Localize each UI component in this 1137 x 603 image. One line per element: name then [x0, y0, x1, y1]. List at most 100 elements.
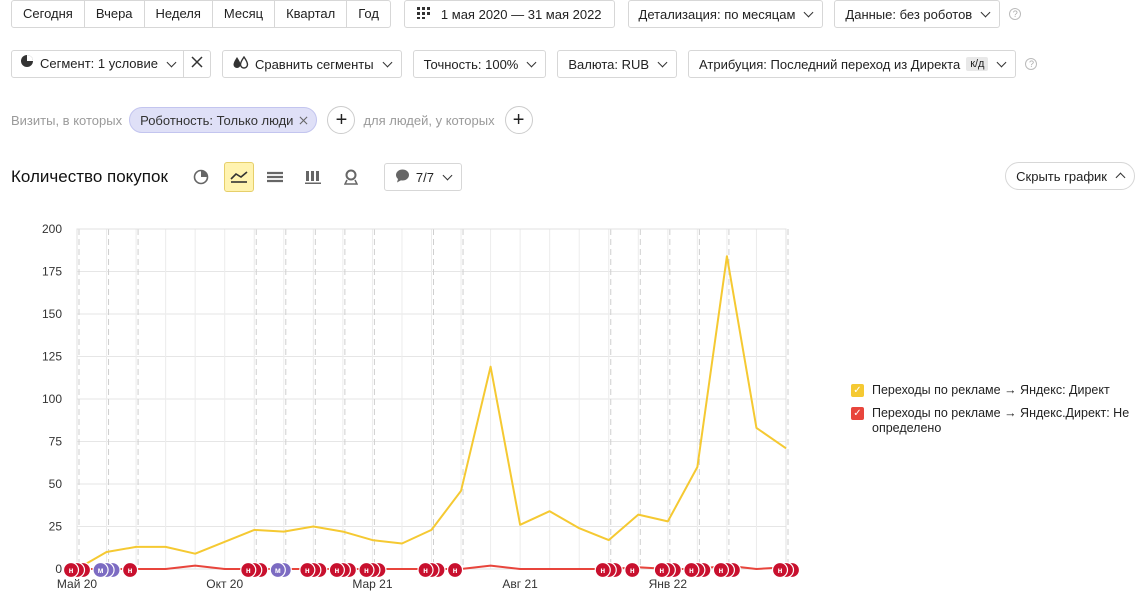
event-marker — [68, 561, 86, 579]
event-marker — [370, 561, 387, 579]
add-user-condition-button[interactable]: + — [504, 106, 533, 134]
series-toggle-label: 7/7 — [415, 169, 434, 185]
event-marker — [311, 561, 328, 579]
event-marker — [340, 561, 357, 579]
chevron-down-icon — [657, 57, 668, 67]
checkbox-icon[interactable]: ✓ — [851, 384, 864, 397]
map-pin-icon[interactable] — [336, 162, 366, 192]
date-range-label: 1 мая 2020 — 31 мая 2022 — [440, 6, 602, 22]
chevron-down-icon — [442, 170, 453, 180]
event-marker — [429, 561, 446, 579]
calendar-icon — [416, 6, 431, 22]
event-marker-label: н — [305, 566, 310, 575]
filter-chip-label: Роботность: Только люди — [140, 112, 294, 128]
accuracy-select[interactable]: Точность: 100% — [412, 50, 547, 78]
chevron-down-icon — [382, 57, 393, 67]
plot-area — [76, 228, 787, 570]
event-marker — [98, 561, 115, 579]
y-tick-label: 200 — [42, 222, 62, 236]
event-marker — [695, 561, 712, 579]
event-marker — [446, 561, 464, 579]
stacked-area-icon[interactable] — [260, 162, 290, 192]
event-marker-label: н — [718, 566, 723, 575]
date-range-button[interactable]: 1 мая 2020 — 31 мая 2022 — [403, 0, 615, 28]
event-marker — [718, 561, 736, 579]
currency-select[interactable]: Валюта: RUB — [557, 50, 678, 78]
event-marker — [92, 561, 109, 579]
close-icon — [191, 51, 203, 77]
y-tick-label: 125 — [42, 350, 62, 364]
legend-item-red[interactable]: ✓ Переходы по рекламе → Яндекс.Директ: Н… — [851, 406, 1131, 436]
segment-select[interactable]: Сегмент: 1 условие — [12, 51, 184, 77]
y-tick-label: 0 — [55, 562, 62, 576]
filter-prefix: Визиты, в которых — [11, 112, 123, 128]
attribution-select[interactable]: Атрибуция: Последний переход из Директа … — [688, 50, 1017, 78]
period-quarter[interactable]: Квартал — [275, 1, 348, 27]
chevron-up-icon — [1115, 172, 1126, 183]
event-marker — [724, 561, 742, 579]
y-tick-label: 150 — [42, 307, 62, 321]
chevron-down-icon — [526, 57, 537, 67]
y-tick-label: 100 — [42, 392, 62, 406]
line-chart-icon[interactable] — [223, 162, 254, 192]
event-marker — [74, 561, 92, 579]
pie-segment-icon — [20, 51, 34, 77]
event-marker-label: н — [630, 566, 635, 575]
event-marker-label: м — [275, 566, 281, 575]
event-marker-label: н — [246, 566, 251, 575]
y-tick-label: 175 — [42, 265, 62, 279]
detail-label: Детализация: по месяцам — [638, 6, 796, 22]
chart-title: Количество покупок — [11, 167, 168, 186]
period-week[interactable]: Неделя — [145, 1, 213, 27]
chart-legend: ✓ Переходы по рекламе → Яндекс: Директ ✓… — [851, 383, 1131, 444]
event-marker — [653, 561, 670, 579]
event-marker — [299, 561, 316, 579]
period-yesterday[interactable]: Вчера — [85, 1, 145, 27]
attribution-badge: к/д — [966, 57, 989, 71]
event-marker — [606, 561, 623, 579]
series-line-direct — [76, 255, 787, 570]
filter-chip[interactable]: Роботность: Только люди — [129, 107, 318, 133]
event-marker — [252, 561, 269, 579]
event-marker — [689, 561, 706, 579]
event-marker — [600, 561, 617, 579]
event-marker-label: н — [453, 566, 458, 575]
comment-icon — [395, 169, 410, 186]
compare-segments-button[interactable]: Сравнить сегменты — [221, 50, 402, 78]
y-tick-label: 25 — [49, 520, 63, 534]
event-marker — [659, 561, 676, 579]
event-marker-label: н — [364, 566, 369, 575]
detail-select[interactable]: Детализация: по месяцам — [627, 0, 824, 28]
event-marker — [328, 561, 345, 579]
event-marker-label: н — [334, 566, 339, 575]
pie-chart-icon[interactable] — [186, 162, 216, 192]
period-year[interactable]: Год — [347, 1, 390, 27]
period-month[interactable]: Месяц — [213, 1, 276, 27]
x-tick-label: Авг 21 — [502, 577, 538, 591]
period-switcher: Сегодня Вчера Неделя Месяц Квартал Год — [11, 0, 391, 28]
compare-label: Сравнить сегменты — [254, 56, 374, 72]
event-marker-label: н — [128, 566, 133, 575]
event-marker — [269, 561, 286, 579]
segment-clear-button[interactable] — [184, 51, 210, 77]
robots-select[interactable]: Данные: без роботов — [834, 0, 1001, 28]
add-visit-condition-button[interactable]: + — [327, 106, 356, 134]
legend-item-yellow[interactable]: ✓ Переходы по рекламе → Яндекс: Директ — [851, 383, 1131, 398]
close-icon[interactable] — [299, 113, 308, 128]
series-toggle[interactable]: 7/7 — [383, 163, 462, 191]
x-tick-label: Янв 22 — [649, 577, 688, 591]
filter-row: Визиты, в которых Роботность: Только люд… — [11, 106, 533, 134]
event-marker — [62, 561, 80, 579]
line-chart: 0 25 50 75 100 125 150 175 200 Май 20 Окт 20 Мар 21… — [42, 222, 801, 591]
event-marker — [334, 561, 351, 579]
bar-chart-icon[interactable] — [298, 162, 328, 192]
event-marker — [305, 561, 322, 579]
event-marker — [121, 561, 139, 579]
help-icon[interactable]: ? — [1009, 8, 1022, 20]
hide-chart-button[interactable]: Скрыть график — [1005, 162, 1135, 190]
x-tick-label: Май 20 — [57, 577, 98, 591]
checkbox-icon[interactable]: ✓ — [851, 407, 864, 420]
x-tick-label: Окт 20 — [206, 577, 243, 591]
help-icon[interactable]: ? — [1025, 58, 1038, 70]
period-today[interactable]: Сегодня — [12, 1, 85, 27]
